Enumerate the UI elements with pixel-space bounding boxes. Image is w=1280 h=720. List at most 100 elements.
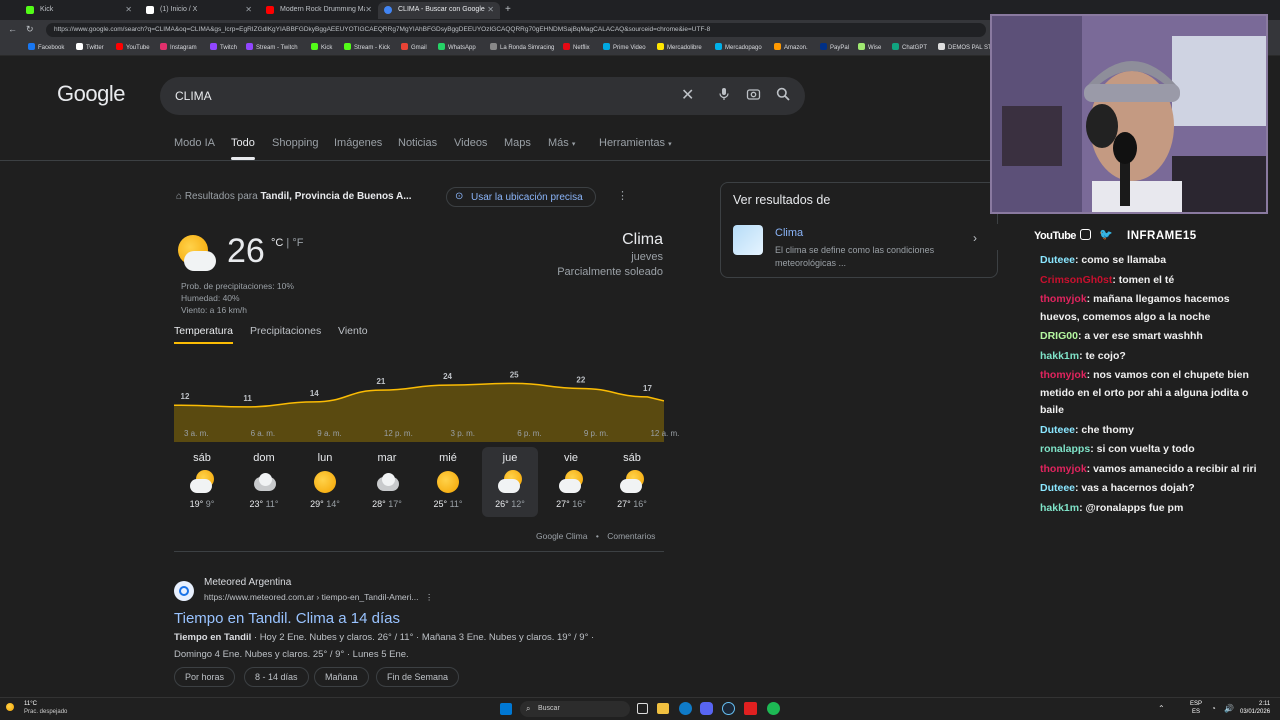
clear-icon[interactable]: ✕	[681, 85, 694, 105]
bookmark-item[interactable]: PayPal	[820, 43, 849, 51]
reload-icon[interactable]: ↻	[26, 24, 34, 35]
chat-username[interactable]: hakk1m	[1040, 350, 1079, 362]
file-explorer-icon[interactable]	[657, 703, 669, 714]
bookmark-item[interactable]: Stream - Twitch	[246, 43, 298, 51]
close-icon[interactable]: ✕	[487, 5, 494, 14]
result-chip[interactable]: 8 - 14 días	[244, 667, 309, 687]
bookmark-item[interactable]: Mercadolibre	[657, 43, 702, 51]
bookmark-item[interactable]: ChatGPT	[892, 43, 927, 51]
chat-username[interactable]: Duteee	[1040, 254, 1075, 266]
tab-modo-ia[interactable]: Modo IA	[174, 137, 215, 149]
chat-username[interactable]: Duteee	[1040, 482, 1075, 494]
new-tab-button[interactable]: +	[505, 4, 511, 15]
forecast-day[interactable]: lun 29° 14°	[297, 447, 353, 517]
close-icon[interactable]: ✕	[125, 5, 132, 14]
search-box[interactable]: CLIMA ✕	[160, 77, 805, 115]
google-weather-link[interactable]: Google Clima	[536, 531, 588, 541]
chat-username[interactable]: thomyjok	[1040, 369, 1087, 381]
unit-fahrenheit[interactable]: °F	[292, 237, 303, 249]
chat-username[interactable]: thomyjok	[1040, 463, 1087, 475]
unit-celsius[interactable]: °C	[271, 237, 283, 249]
forecast-day[interactable]: jue 26° 12°	[482, 447, 538, 517]
steam-icon[interactable]	[722, 702, 735, 715]
bookmark-item[interactable]: WhatsApp	[438, 43, 476, 51]
microphone-icon[interactable]	[717, 87, 731, 104]
search-icon[interactable]	[776, 87, 790, 104]
taskbar-weather-desc[interactable]: Prac. despejado	[24, 709, 67, 715]
search-input[interactable]: CLIMA	[175, 89, 212, 103]
result-title[interactable]: Tiempo en Tandil. Clima a 14 días	[174, 610, 400, 627]
tab-youtube[interactable]: Modern Rock Drumming Mastery ✕	[260, 2, 378, 19]
forecast-day[interactable]: mié 25° 11°	[420, 447, 476, 517]
tab-temperatura[interactable]: Temperatura	[174, 325, 233, 344]
comments-link[interactable]: Comentarios	[607, 531, 655, 541]
forecast-day[interactable]: dom 23° 11°	[236, 447, 292, 517]
tab-kick[interactable]: Kick ✕	[20, 2, 138, 19]
google-logo[interactable]: Google	[57, 81, 125, 107]
edge-icon[interactable]	[679, 702, 692, 715]
chat-username[interactable]: ronalapps	[1040, 443, 1090, 455]
back-icon[interactable]: ←	[8, 24, 17, 34]
result-chip[interactable]: Fin de Semana	[376, 667, 460, 687]
result-url[interactable]: https://www.meteored.com.ar › tiempo-en_…	[204, 592, 433, 603]
bookmark-item[interactable]: Twitch	[210, 43, 237, 51]
windows-start-icon[interactable]	[500, 703, 512, 715]
close-icon[interactable]: ✕	[245, 5, 252, 14]
chat-username[interactable]: Duteee	[1040, 424, 1075, 436]
bookmark-item[interactable]: Stream - Kick	[344, 43, 390, 51]
result-chip[interactable]: Mañana	[314, 667, 369, 687]
tab-todo[interactable]: Todo	[231, 137, 255, 160]
wifi-icon[interactable]: ◔	[1211, 704, 1216, 713]
result-site[interactable]: Meteored Argentina	[204, 577, 291, 588]
chat-username[interactable]: thomyjok	[1040, 293, 1087, 305]
tab-imagenes[interactable]: Imágenes	[334, 137, 382, 149]
bookmark-item[interactable]: Gmail	[401, 43, 427, 51]
tab-shopping[interactable]: Shopping	[272, 137, 319, 149]
bookmark-item[interactable]: Kick	[311, 43, 332, 51]
bookmark-item[interactable]: Instagram	[160, 43, 197, 51]
camera-icon[interactable]	[746, 87, 761, 104]
tab-google-clima[interactable]: CLIMA - Buscar con Google ✕	[378, 2, 500, 19]
tab-x[interactable]: (1) Inicio / X ✕	[140, 2, 258, 19]
speaker-icon[interactable]: 🔊	[1224, 704, 1234, 713]
app-icon[interactable]	[744, 702, 757, 715]
taskbar-weather-temp[interactable]: 11°C	[24, 701, 37, 707]
tab-noticias[interactable]: Noticias	[398, 137, 437, 149]
forecast-day[interactable]: sáb 19° 9°	[174, 447, 230, 517]
bookmark-item[interactable]: Facebook	[28, 43, 64, 51]
tab-herramientas[interactable]: Herramientas ▾	[599, 137, 672, 149]
tab-mas[interactable]: Más ▾	[548, 137, 575, 149]
chat-username[interactable]: DRIG00	[1040, 330, 1078, 342]
chevron-right-icon[interactable]: ›	[973, 231, 977, 245]
bookmark-item[interactable]: Twitter	[76, 43, 104, 51]
more-options-icon[interactable]: ⋮	[425, 592, 434, 602]
chat-username[interactable]: CrimsonGh0st	[1040, 274, 1112, 286]
use-precise-location-button[interactable]: ⊙ Usar la ubicación precisa	[446, 187, 596, 207]
bookmark-item[interactable]: Wise	[858, 43, 881, 51]
tab-precipitaciones[interactable]: Precipitaciones	[250, 325, 321, 337]
chat-username[interactable]: hakk1m	[1040, 502, 1079, 514]
url-input[interactable]: https://www.google.com/search?q=CLIMA&oq…	[46, 23, 986, 37]
more-options-icon[interactable]: ⋮	[617, 189, 628, 202]
bookmark-item[interactable]: Prime Video	[603, 43, 646, 51]
tab-videos[interactable]: Videos	[454, 137, 487, 149]
task-view-icon[interactable]	[637, 703, 648, 714]
clock-time[interactable]: 2:11	[1259, 701, 1270, 707]
forecast-day[interactable]: sáb 27° 16°	[604, 447, 660, 517]
chevron-up-icon[interactable]: ⌃	[1158, 704, 1165, 713]
bookmark-item[interactable]: DEMOS PAL ST	[938, 43, 992, 51]
clock-date[interactable]: 03/01/2026	[1240, 709, 1270, 715]
panel-item-title[interactable]: Clima	[775, 227, 803, 239]
bookmark-item[interactable]: La Ronda Simracing	[490, 43, 554, 51]
spotify-icon[interactable]	[767, 702, 780, 715]
forecast-day[interactable]: mar 28° 17°	[359, 447, 415, 517]
close-icon[interactable]: ✕	[365, 5, 372, 14]
language-region[interactable]: ES	[1192, 709, 1200, 715]
tab-maps[interactable]: Maps	[504, 137, 531, 149]
bookmark-item[interactable]: YouTube	[116, 43, 150, 51]
forecast-day[interactable]: vie 27° 16°	[543, 447, 599, 517]
bookmark-item[interactable]: Mercadopago	[715, 43, 762, 51]
taskbar-search[interactable]: ⌕ Buscar	[520, 701, 630, 717]
result-chip[interactable]: Por horas	[174, 667, 236, 687]
bookmark-item[interactable]: Netflix	[563, 43, 590, 51]
